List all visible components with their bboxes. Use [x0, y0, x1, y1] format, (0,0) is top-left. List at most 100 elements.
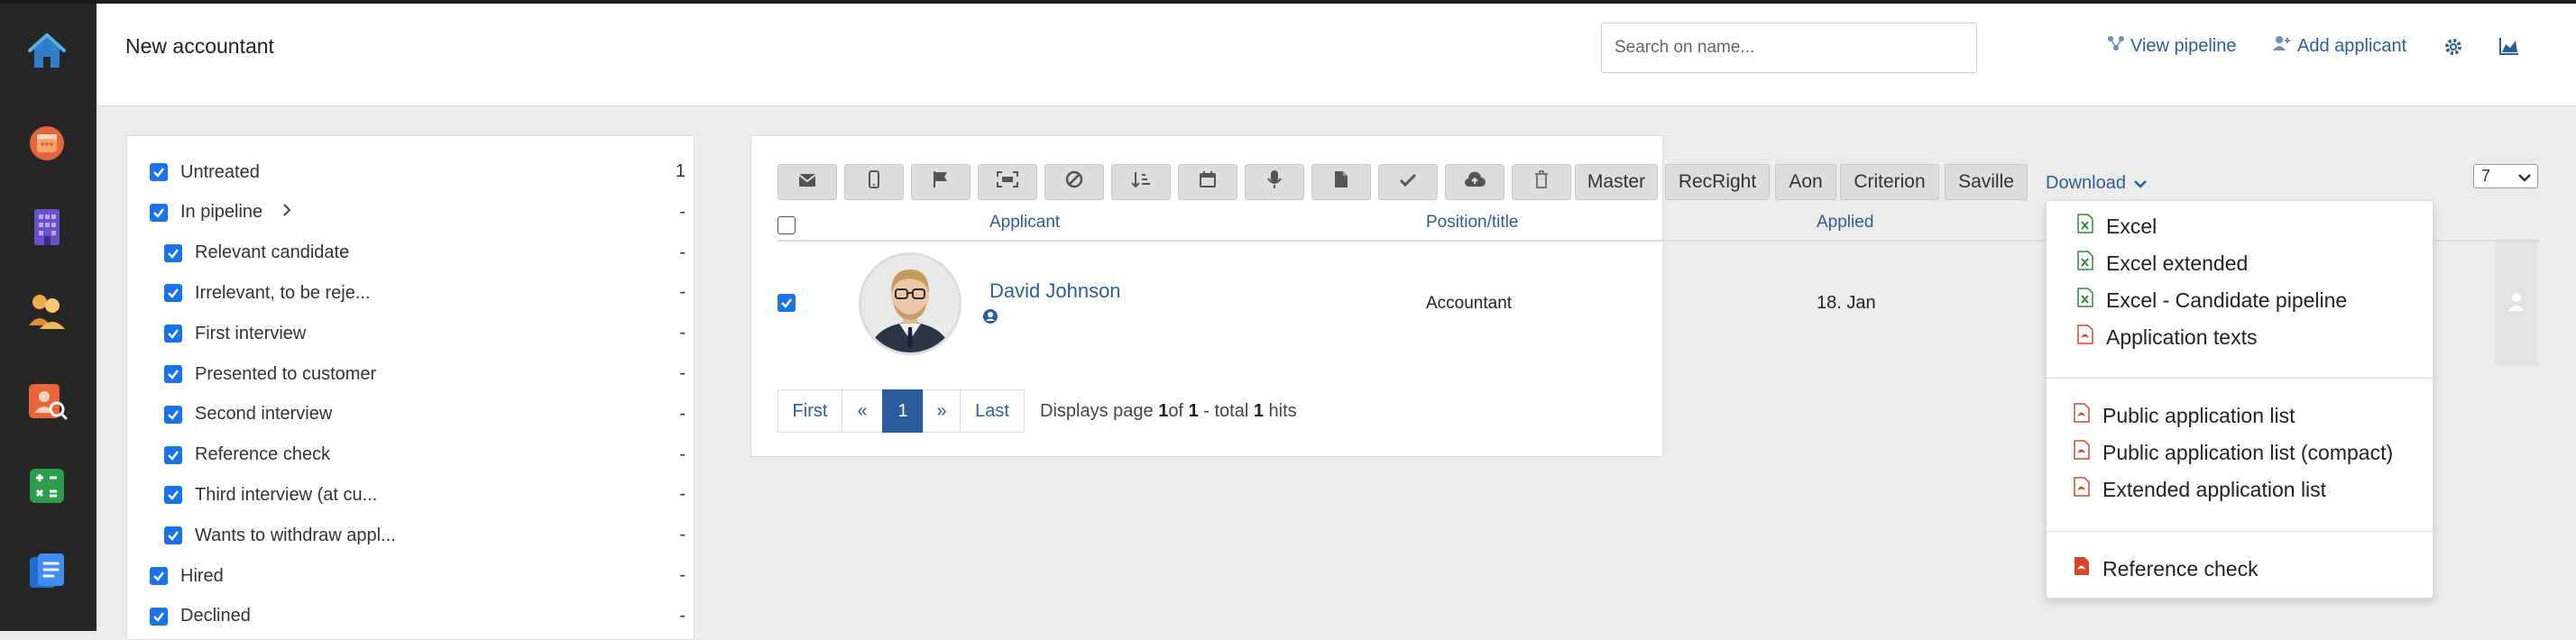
filter-item[interactable]: Presented to customer	[164, 361, 376, 388]
filter-checkbox[interactable]	[150, 607, 168, 626]
column-applied[interactable]: Applied	[1817, 213, 1873, 233]
chevron-right-icon[interactable]	[282, 202, 291, 223]
building-icon[interactable]	[24, 204, 69, 249]
pagination-next[interactable]: »	[923, 389, 961, 433]
people-icon[interactable]	[24, 288, 69, 334]
filter-label: Reference check	[195, 444, 331, 465]
calendar-button[interactable]	[1178, 164, 1237, 200]
per-page-select[interactable]: 7	[2473, 164, 2538, 188]
filter-checkbox[interactable]	[164, 486, 182, 505]
sms-button[interactable]	[844, 164, 904, 200]
approve-button[interactable]	[1378, 164, 1438, 200]
pdf-icon	[2074, 440, 2090, 465]
sort-icon	[1131, 170, 1151, 194]
filter-checkbox[interactable]	[150, 203, 168, 222]
filter-label: In pipeline	[180, 202, 263, 223]
calendar-icon[interactable]	[24, 119, 69, 164]
app-rail	[0, 0, 97, 631]
filter-checkbox[interactable]	[164, 526, 182, 545]
filter-item[interactable]: First interview	[164, 320, 306, 347]
filter-item[interactable]: Relevant candidate	[164, 240, 349, 267]
page-title: New accountant	[125, 34, 274, 58]
download-extended-list[interactable]: Extended application list	[2074, 477, 2326, 502]
pagination-first[interactable]: First	[777, 389, 842, 433]
filter-label: Hired	[180, 565, 224, 586]
column-applicant[interactable]: Applicant	[989, 213, 1060, 233]
filter-item[interactable]: Third interview (at cu...	[164, 481, 377, 508]
download-excel-extended[interactable]: Excel extended	[2077, 251, 2248, 276]
pagination-prev[interactable]: «	[842, 389, 883, 433]
delete-button[interactable]	[1512, 164, 1571, 200]
filter-checkbox[interactable]	[164, 284, 182, 303]
filter-checkbox[interactable]	[164, 365, 182, 383]
filter-item[interactable]: Second interview	[164, 401, 332, 428]
applicant-name-link[interactable]: David Johnson	[989, 279, 1121, 303]
row-checkbox[interactable]	[777, 294, 796, 314]
sort-button[interactable]	[1111, 164, 1171, 200]
download-public-list-compact[interactable]: Public application list (compact)	[2074, 440, 2393, 465]
decline-button[interactable]	[1044, 164, 1104, 200]
scan-button[interactable]	[978, 164, 1037, 200]
download-reference-check[interactable]: Reference check	[2074, 556, 2259, 581]
filter-count: -	[679, 282, 685, 303]
filter-item[interactable]: Hired	[150, 562, 224, 590]
excel-icon	[2077, 251, 2093, 276]
home-icon[interactable]	[24, 29, 69, 74]
criterion-button[interactable]: Criterion	[1840, 164, 1939, 200]
filter-checkbox[interactable]	[150, 567, 168, 585]
upload-button[interactable]	[1445, 164, 1504, 200]
avatar	[859, 252, 961, 355]
filter-item[interactable]: Reference check	[164, 442, 330, 469]
user-icon	[2507, 292, 2525, 316]
microphone-icon	[1267, 169, 1282, 195]
search-input[interactable]	[1601, 23, 1977, 73]
email-button[interactable]	[777, 164, 837, 200]
filter-count: 1	[675, 161, 685, 181]
master-button[interactable]: Master	[1575, 164, 1658, 200]
filter-count: -	[679, 605, 685, 626]
aon-button[interactable]: Aon	[1775, 164, 1836, 200]
filter-checkbox[interactable]	[164, 325, 182, 343]
applicant-position: Accountant	[1426, 294, 1513, 313]
filter-item[interactable]: Irrelevant, to be reje...	[164, 279, 371, 306]
filter-checkbox[interactable]	[164, 243, 182, 262]
download-excel[interactable]: Excel	[2077, 214, 2157, 239]
filter-item[interactable]: Declined	[150, 603, 251, 630]
pagination-page-1[interactable]: 1	[882, 389, 924, 433]
filter-count: -	[679, 525, 685, 545]
flag-button[interactable]	[911, 164, 971, 200]
candidate-search-icon[interactable]	[24, 379, 69, 424]
filter-label: First interview	[195, 323, 307, 343]
recright-button[interactable]: RecRight	[1665, 164, 1770, 200]
record-button[interactable]	[1245, 164, 1304, 200]
calculator-icon[interactable]	[24, 463, 69, 508]
filter-item[interactable]: Wants to withdraw appl...	[164, 522, 396, 549]
area-chart-icon[interactable]	[2498, 36, 2520, 60]
chevron-down-icon	[2133, 173, 2148, 194]
download-public-list[interactable]: Public application list	[2074, 403, 2295, 428]
add-applicant-link[interactable]: Add applicant	[2272, 34, 2406, 58]
view-pipeline-label: View pipeline	[2130, 35, 2237, 56]
scan-icon	[997, 171, 1018, 193]
download-button[interactable]: Download	[2046, 173, 2148, 194]
filter-checkbox[interactable]	[164, 405, 182, 424]
download-excel-pipeline[interactable]: Excel - Candidate pipeline	[2077, 288, 2347, 313]
saville-button[interactable]: Saville	[1945, 164, 2028, 200]
filter-count: -	[679, 565, 685, 585]
pdf-icon	[2077, 325, 2093, 350]
filter-item[interactable]: Untreated	[150, 159, 260, 186]
download-application-texts[interactable]: Application texts	[2077, 325, 2257, 350]
gear-icon[interactable]	[2443, 37, 2463, 61]
select-all-checkbox[interactable]	[777, 216, 796, 234]
pagination-last[interactable]: Last	[960, 389, 1025, 433]
view-pipeline-link[interactable]: View pipeline	[2107, 34, 2237, 58]
filter-checkbox[interactable]	[164, 445, 182, 464]
applicant-side-panel[interactable]	[2495, 242, 2538, 366]
column-position[interactable]: Position/title	[1426, 213, 1518, 233]
profile-icon[interactable]	[982, 308, 998, 329]
filter-checkbox[interactable]	[150, 163, 168, 181]
documents-icon[interactable]	[24, 548, 69, 593]
check-icon	[1399, 171, 1417, 193]
filter-item[interactable]: In pipeline	[150, 199, 291, 226]
document-button[interactable]	[1311, 164, 1371, 200]
